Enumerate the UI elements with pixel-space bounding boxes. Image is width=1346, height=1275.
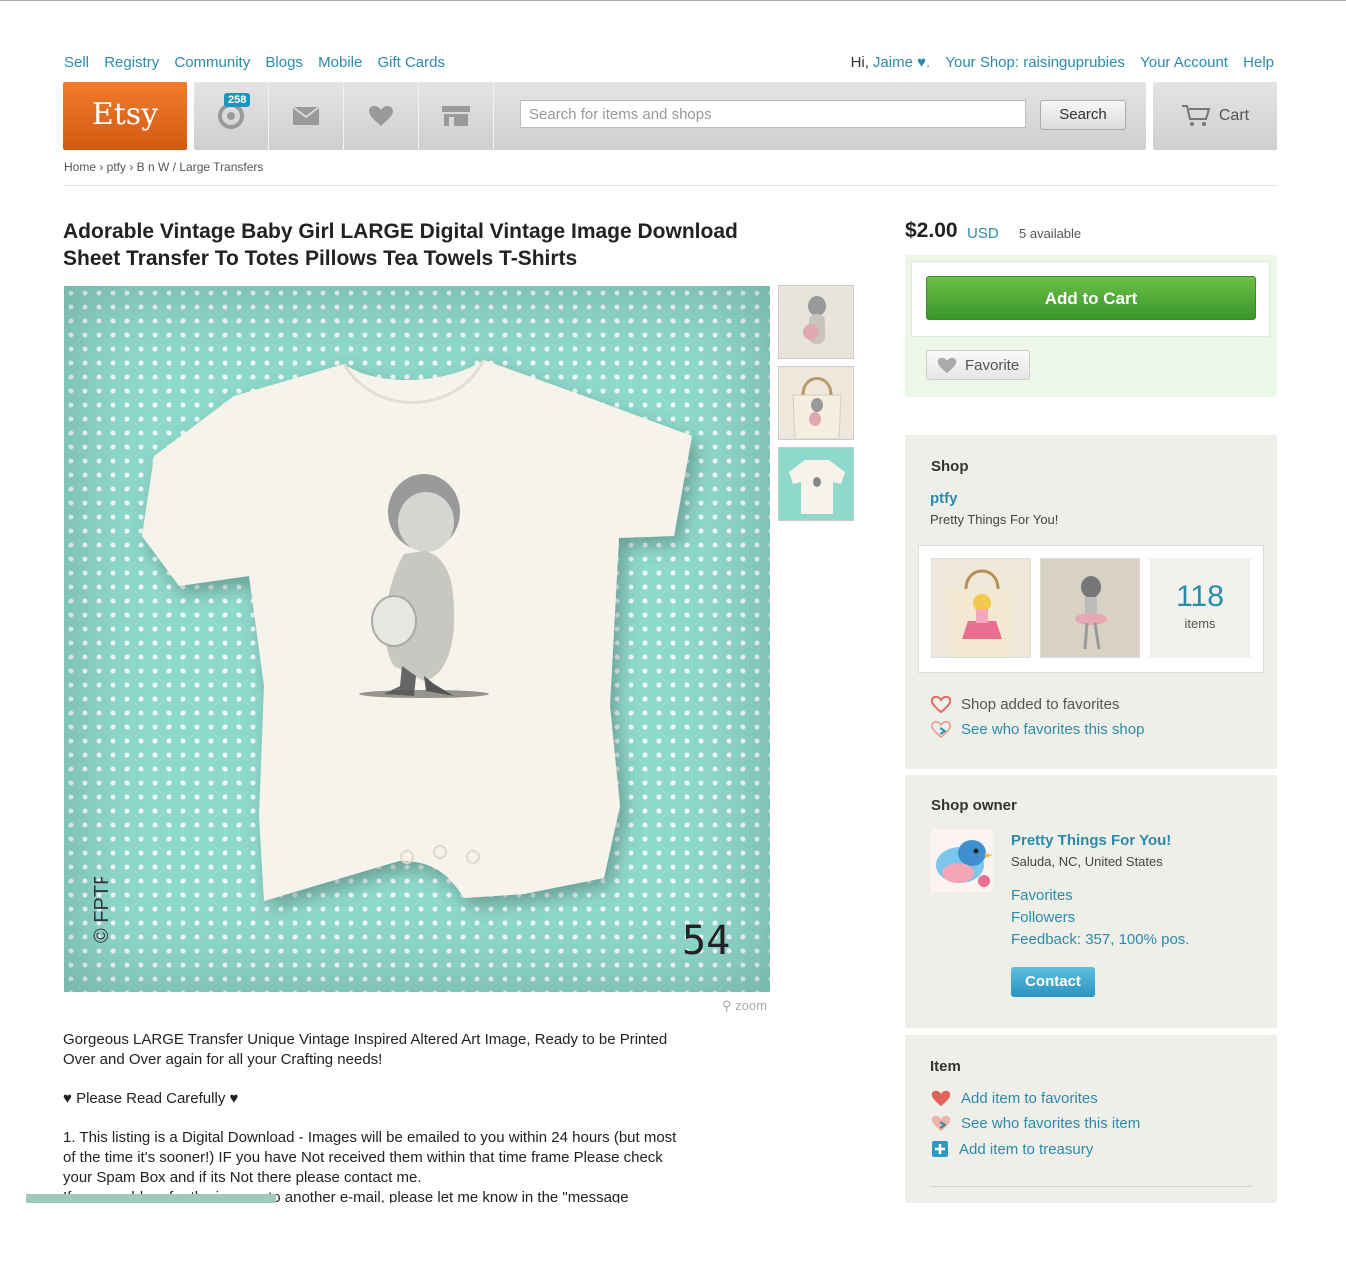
nav-gift-cards-link[interactable]: Gift Cards [377, 54, 445, 71]
search-input[interactable]: Search for items and shops [520, 100, 1026, 128]
tote-bag-thumbnail [792, 377, 842, 439]
see-who-favorites-shop-link[interactable]: See who favorites this shop [931, 721, 1144, 738]
onesie-thumbnail [789, 460, 845, 514]
nav-community-link[interactable]: Community [174, 54, 250, 71]
shop-icon [442, 106, 470, 126]
add-item-to-treasury-label: Add item to treasury [959, 1140, 1094, 1158]
favorite-label: Favorite [965, 356, 1020, 374]
owner-name-link[interactable]: Pretty Things For You! [1011, 832, 1171, 849]
description-paragraph: Gorgeous LARGE Transfer Unique Vintage I… [63, 1031, 668, 1068]
heart-arrow-icon [931, 721, 951, 738]
top-border [0, 0, 1346, 1]
cart-label: Cart [1218, 107, 1250, 124]
owner-followers-link[interactable]: Followers [1011, 909, 1075, 926]
help-link[interactable]: Help [1243, 54, 1274, 71]
your-shop-button[interactable] [419, 82, 494, 150]
shop-item-thumbnail-1[interactable] [931, 558, 1031, 658]
main-product-image[interactable] [64, 286, 770, 992]
favorite-button[interactable]: Favorite [926, 350, 1030, 380]
shop-owner-heading: Shop owner [931, 797, 1017, 814]
svg-text:© FPTFY: © FPTFY [91, 877, 113, 943]
your-shop-link[interactable]: Your Shop: raisinguprubies [945, 54, 1125, 71]
see-who-favorites-shop-label: See who favorites this shop [961, 721, 1145, 738]
activity-count-badge: 258 [224, 93, 251, 107]
top-nav: Sell Registry Community Blogs Mobile Gif… [64, 54, 456, 71]
image-number-label: 54 [682, 918, 731, 964]
zoom-link[interactable]: ⚲ zoom [722, 998, 767, 1014]
heart-icon [937, 357, 957, 373]
items-label: items [1184, 616, 1216, 631]
girl-tote-thumbnail [950, 569, 1014, 657]
add-item-to-favorites-link[interactable]: Add item to favorites [931, 1090, 1098, 1107]
thumbnail-1[interactable] [778, 285, 854, 359]
listing-title: Adorable Vintage Baby Girl LARGE Digital… [63, 220, 738, 270]
page-cutoff [0, 1203, 1346, 1275]
contact-button[interactable]: Contact [1011, 967, 1095, 997]
cart-button[interactable]: Cart [1153, 82, 1277, 150]
magnifier-icon: ⚲ [722, 998, 732, 1013]
heart-icon [931, 1090, 951, 1107]
see-who-favorites-item-link[interactable]: See who favorites this item [931, 1115, 1140, 1132]
add-item-to-treasury-link[interactable]: Add item to treasury [931, 1140, 1093, 1158]
shop-heading: Shop [931, 458, 969, 475]
item-panel-divider [930, 1186, 1252, 1187]
add-to-cart-button[interactable]: Add to Cart [926, 276, 1256, 320]
description-paragraph: ♥ Please Read Carefully ♥ [63, 1090, 239, 1107]
your-account-link[interactable]: Your Account [1140, 54, 1228, 71]
price: $2.00 [905, 219, 958, 242]
shop-favorited-label: Shop added to favorites [961, 696, 1120, 713]
scroll-indicator [26, 1194, 276, 1203]
messages-button[interactable] [269, 82, 344, 150]
onesie-illustration [142, 359, 692, 901]
shop-items-count[interactable]: 118 items [1150, 558, 1250, 658]
heart-icon [369, 106, 393, 126]
cart-icon [1181, 105, 1211, 126]
heart-outline-icon [931, 696, 951, 713]
envelope-icon [292, 106, 320, 125]
favorites-button[interactable] [344, 82, 419, 150]
nav-sell-link[interactable]: Sell [64, 54, 89, 71]
description-paragraph: 1. This listing is a Digital Download - … [63, 1129, 677, 1186]
copyright-watermark: © FPTFY [91, 877, 113, 943]
nav-blogs-link[interactable]: Blogs [265, 54, 303, 71]
nav-registry-link[interactable]: Registry [104, 54, 159, 71]
header-bar: 258 Search for items and shops Search [194, 82, 1146, 150]
availability-text: 5 available [1019, 226, 1082, 241]
item-heading: Item [930, 1058, 961, 1075]
greeting-text: Hi, [850, 54, 869, 71]
owner-favorites-link[interactable]: Favorites [1011, 887, 1073, 904]
currency-link[interactable]: USD [967, 225, 999, 242]
zoom-label: zoom [735, 998, 767, 1013]
baby-figure-thumbnail [803, 296, 826, 344]
owner-location: Saluda, NC, United States [1011, 854, 1163, 869]
etsy-logo[interactable]: Etsy [63, 82, 187, 150]
breadcrumb[interactable]: Home › ptfy › B n W / Large Transfers [64, 160, 263, 174]
search-button[interactable]: Search [1040, 100, 1126, 130]
nav-mobile-link[interactable]: Mobile [318, 54, 362, 71]
thumbnail-3[interactable] [778, 447, 854, 521]
shop-tagline: Pretty Things For You! [930, 512, 1059, 527]
see-who-favorites-item-label: See who favorites this item [961, 1115, 1141, 1132]
user-name-link[interactable]: Jaime ♥. [873, 54, 930, 71]
ballerina-thumbnail [1075, 576, 1107, 650]
bluebird-avatar [930, 829, 993, 892]
thumbnail-2[interactable] [778, 366, 854, 440]
shop-name-link[interactable]: ptfy [930, 490, 958, 507]
account-nav: Hi, Jaime ♥. Your Shop: raisinguprubies Y… [840, 54, 1274, 71]
items-count: 118 [1176, 580, 1224, 613]
shop-added-to-favorites: Shop added to favorites [931, 696, 1119, 713]
owner-feedback-link[interactable]: Feedback: 357, 100% pos. [1011, 931, 1189, 948]
divider [63, 185, 1277, 186]
heart-arrow-icon [931, 1115, 951, 1132]
avatar[interactable] [930, 829, 993, 892]
plus-icon [932, 1141, 948, 1157]
shop-item-thumbnail-2[interactable] [1040, 558, 1140, 658]
activity-button[interactable]: 258 [194, 82, 269, 150]
add-item-to-favorites-label: Add item to favorites [961, 1090, 1098, 1107]
